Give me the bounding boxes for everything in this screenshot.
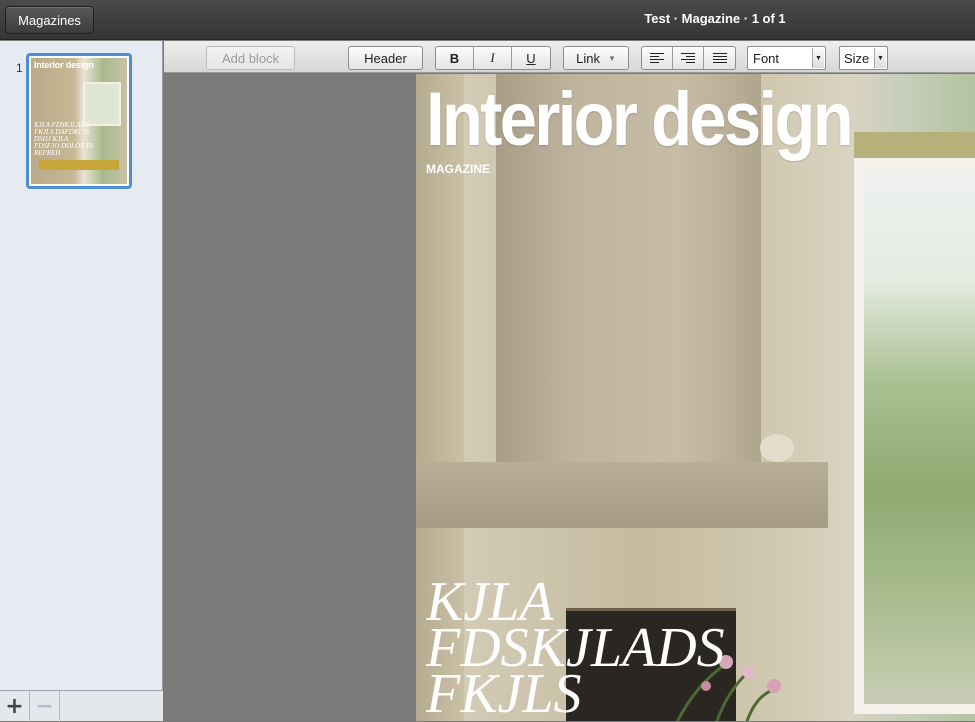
size-select-value: Size [844, 50, 870, 66]
headline-line: FKJLS [426, 671, 582, 717]
thumbnail-window-graphic [83, 82, 121, 126]
chevron-down-icon: ▼ [607, 53, 616, 63]
align-justify-icon [712, 53, 727, 63]
thumbnail-sofa-graphic [39, 160, 119, 170]
align-justify-button[interactable] [704, 47, 735, 69]
thumbnail-image: Interior design KJLA FDSKJLADS FKJLS DAF… [31, 58, 127, 184]
page-thumbnail[interactable]: Interior design KJLA FDSKJLADS FKJLS DAF… [26, 53, 132, 189]
font-select[interactable]: Font ▼ [747, 46, 826, 70]
remove-page-button[interactable]: − [30, 691, 60, 722]
add-block-button[interactable]: Add block [206, 46, 295, 70]
align-right-button[interactable] [673, 47, 704, 69]
cover-title[interactable]: Interior design [426, 80, 854, 160]
minus-icon: − [35, 694, 54, 719]
cover-subtitle[interactable]: MAGAZINE [426, 162, 490, 176]
underline-button[interactable]: U [512, 47, 550, 69]
thumbnail-title: Interior design [34, 60, 94, 70]
top-bar: Magazines Test · Magazine · 1 of 1 [0, 0, 975, 40]
link-label: Link [576, 50, 600, 66]
link-button[interactable]: Link ▼ [563, 46, 629, 70]
size-select[interactable]: Size ▼ [839, 46, 888, 70]
window-title: Test · Magazine · 1 of 1 [644, 11, 786, 26]
window-blind-graphic [854, 132, 975, 158]
align-right-icon [681, 53, 695, 63]
editor-canvas: Interior design MAGAZINE KJLA FDSKJLADS … [164, 74, 975, 721]
headline-line: KJLA [426, 579, 554, 625]
font-select-value: Font [753, 50, 780, 66]
align-left-button[interactable] [642, 47, 673, 69]
thumbnail-headline: KJLA FDSKJLADS FKJLS DAFDKLJS DSHJ KJLA … [34, 121, 94, 157]
add-page-button[interactable]: + [0, 691, 30, 722]
dropdown-arrow-icon: ▼ [874, 48, 886, 68]
dropdown-arrow-icon: ▼ [812, 48, 824, 68]
window-view-graphic [864, 174, 975, 704]
bold-button[interactable]: B [436, 47, 474, 69]
cover-headline[interactable]: KJLA FDSKJLADS FKJLS [426, 579, 746, 717]
text-format-group: B I U [435, 46, 551, 70]
alignment-group [641, 46, 736, 70]
page-sidebar: 1 Interior design KJLA FDSKJLADS FKJLS D… [0, 41, 163, 722]
format-toolbar: Add block Header B I U Link ▼ Font ▼ Siz… [164, 41, 975, 73]
sidebar-footer: + − [0, 690, 163, 722]
header-button[interactable]: Header [348, 46, 423, 70]
page-number: 1 [16, 61, 23, 75]
italic-button[interactable]: I [474, 47, 512, 69]
mantel-graphic [416, 462, 828, 528]
mantel-ornament-graphic [760, 434, 794, 462]
magazine-page[interactable]: Interior design MAGAZINE KJLA FDSKJLADS … [416, 74, 975, 721]
plus-icon: + [5, 694, 24, 719]
headline-line: FDSKJLADS [426, 625, 725, 671]
magazines-button[interactable]: Magazines [5, 6, 94, 34]
align-left-icon [650, 53, 664, 63]
